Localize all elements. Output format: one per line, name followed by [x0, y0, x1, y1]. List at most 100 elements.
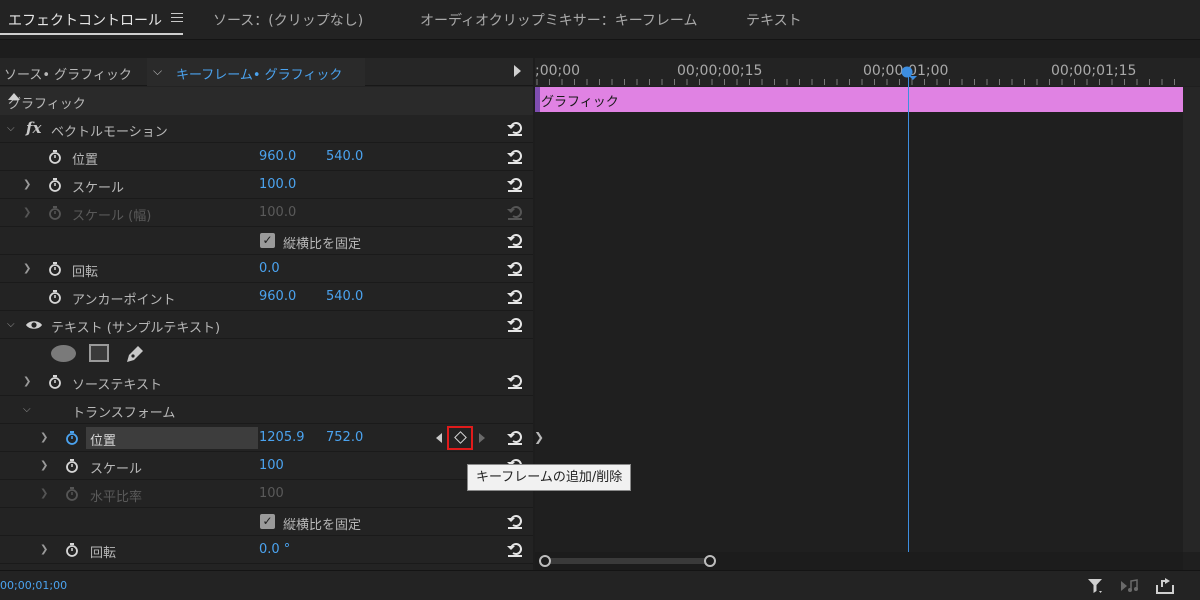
reset-icon[interactable] — [506, 147, 524, 165]
scroll-start-handle[interactable] — [539, 555, 551, 567]
checkbox-label: 縦横比を固定 — [283, 518, 362, 533]
tab-audio-clip-mixer[interactable]: オーディオクリップミキサー：キーフレーム — [420, 10, 697, 30]
chevron-right-icon[interactable]: ❯ — [40, 460, 48, 471]
value[interactable]: 100.0 — [259, 177, 296, 192]
next-keyframe-icon[interactable] — [479, 433, 485, 443]
export-icon[interactable] — [1154, 576, 1176, 600]
property-label: スケール — [72, 181, 125, 196]
reset-icon[interactable] — [506, 315, 524, 333]
pen-tool-icon[interactable] — [124, 343, 146, 369]
row-uniform-scale: ✓ 縦横比を固定 — [0, 508, 533, 536]
row-vector-motion: ⌵ fx ベクトルモーション — [0, 115, 533, 143]
reset-icon[interactable] — [506, 175, 524, 193]
uniform-scale-checkbox[interactable]: ✓ — [260, 514, 275, 529]
chevron-down-icon[interactable]: ⌵ — [7, 123, 15, 134]
reset-icon[interactable] — [506, 259, 524, 277]
reset-icon[interactable] — [506, 119, 524, 137]
stopwatch-icon[interactable] — [65, 542, 79, 557]
row-scale: ❯ スケール 100.0 — [0, 171, 533, 199]
keyframe-diamond-icon — [454, 431, 467, 444]
value[interactable]: 0.0 ° — [259, 542, 290, 557]
property-label: 水平比率 — [90, 490, 143, 505]
eye-icon[interactable] — [25, 319, 43, 335]
group-label: トランスフォーム — [72, 406, 176, 421]
row-transform-position: ❯ 位置 1205.9 752.0 — [0, 424, 533, 452]
value-y[interactable]: 540.0 — [326, 149, 363, 164]
value-y[interactable]: 752.0 — [326, 430, 363, 445]
add-remove-keyframe-button[interactable] — [447, 426, 473, 450]
chevron-right-icon: ❯ — [23, 207, 32, 218]
breadcrumb-source[interactable]: ソース• グラフィック — [4, 64, 132, 83]
value-y[interactable]: 540.0 — [326, 289, 363, 304]
play-audio-icon[interactable] — [1119, 576, 1141, 600]
chevron-right-icon[interactable]: ❯ — [23, 263, 31, 274]
value-x[interactable]: 1205.9 — [259, 430, 305, 445]
stopwatch-icon[interactable] — [48, 149, 62, 164]
row-text-layer: ⌵ テキスト (サンプルテキスト) — [0, 311, 533, 339]
chevron-right-icon[interactable]: ❯ — [23, 376, 31, 387]
stopwatch-icon[interactable] — [48, 177, 62, 192]
filter-icon[interactable] — [1087, 576, 1105, 600]
collapse-up-icon[interactable] — [8, 93, 20, 100]
current-timecode[interactable]: 00;00;01;00 — [0, 579, 67, 592]
playhead-line[interactable] — [908, 70, 909, 552]
clip-edge — [535, 87, 540, 112]
row-horizontal-ratio: ❯ 水平比率 100 — [0, 480, 533, 508]
chevron-right-icon[interactable]: ❯ — [40, 544, 48, 555]
breadcrumb-keyframe[interactable]: キーフレーム• グラフィック — [176, 64, 342, 83]
clip-label: グラフィック — [541, 95, 619, 110]
reset-icon[interactable] — [506, 540, 524, 558]
stopwatch-icon[interactable] — [48, 289, 62, 304]
mask-tools-row — [0, 340, 533, 368]
ellipse-mask-icon[interactable] — [51, 345, 76, 362]
chevron-down-icon[interactable]: ⌵ — [23, 404, 31, 415]
effect-name: テキスト (サンプルテキスト) — [51, 321, 221, 336]
reset-icon[interactable] — [506, 428, 524, 446]
chevron-down-icon[interactable]: ⌵ — [153, 64, 162, 79]
active-tab-indicator — [0, 33, 183, 35]
horizontal-zoom-scrollbar[interactable] — [535, 552, 1183, 570]
row-transform-scale: ❯ スケール 100 — [0, 452, 533, 480]
vertical-scrollbar[interactable] — [1183, 87, 1200, 552]
panel-menu-icon[interactable] — [171, 13, 183, 23]
stopwatch-icon[interactable] — [65, 458, 79, 473]
property-label: スケール — [90, 462, 143, 477]
property-label: 回転 — [72, 265, 99, 280]
time-ruler[interactable]: ;00;00 00;00;00;15 00;00;01;00 00;00;01;… — [535, 58, 1200, 86]
reset-icon[interactable] — [506, 287, 524, 305]
chevron-right-icon: ❯ — [40, 488, 49, 499]
tab-text[interactable]: テキスト — [746, 10, 802, 30]
property-label: アンカーポイント — [72, 293, 176, 308]
stopwatch-icon[interactable] — [48, 374, 62, 389]
play-icon[interactable] — [514, 65, 521, 77]
fx-icon[interactable]: fx — [26, 119, 41, 137]
stopwatch-icon — [48, 205, 62, 220]
tab-source[interactable]: ソース：(クリップなし) — [213, 10, 363, 30]
clip-bar[interactable]: グラフィック — [535, 87, 1183, 112]
scroll-end-handle[interactable] — [704, 555, 716, 567]
row-transform: ⌵ トランスフォーム — [0, 396, 533, 424]
chevron-right-icon[interactable]: ❯ — [534, 430, 544, 444]
rectangle-mask-icon[interactable] — [89, 344, 109, 362]
playhead-icon[interactable] — [901, 66, 917, 82]
stopwatch-icon — [65, 486, 79, 501]
value-x[interactable]: 960.0 — [259, 149, 296, 164]
chevron-right-icon[interactable]: ❯ — [23, 179, 31, 190]
uniform-scale-checkbox[interactable]: ✓ — [260, 233, 275, 248]
previous-keyframe-icon[interactable] — [436, 433, 442, 443]
reset-icon[interactable] — [506, 231, 524, 249]
value[interactable]: 0.0 — [259, 261, 280, 276]
reset-icon[interactable] — [506, 372, 524, 390]
stopwatch-icon[interactable] — [65, 430, 79, 445]
chevron-right-icon[interactable]: ❯ — [40, 432, 48, 443]
row-source-text: ❯ ソーステキスト — [0, 368, 533, 396]
value[interactable]: 100 — [259, 458, 284, 473]
stopwatch-icon[interactable] — [48, 261, 62, 276]
section-header: グラフィック — [0, 87, 533, 115]
chevron-down-icon[interactable]: ⌵ — [7, 319, 15, 330]
scroll-track[interactable] — [539, 558, 711, 564]
reset-icon[interactable] — [506, 512, 524, 530]
tab-effect-controls[interactable]: エフェクトコントロール — [8, 10, 162, 30]
effect-controls-panel: ソース• グラフィック ⌵ キーフレーム• グラフィック グラフィック ⌵ fx… — [0, 58, 533, 570]
value-x[interactable]: 960.0 — [259, 289, 296, 304]
